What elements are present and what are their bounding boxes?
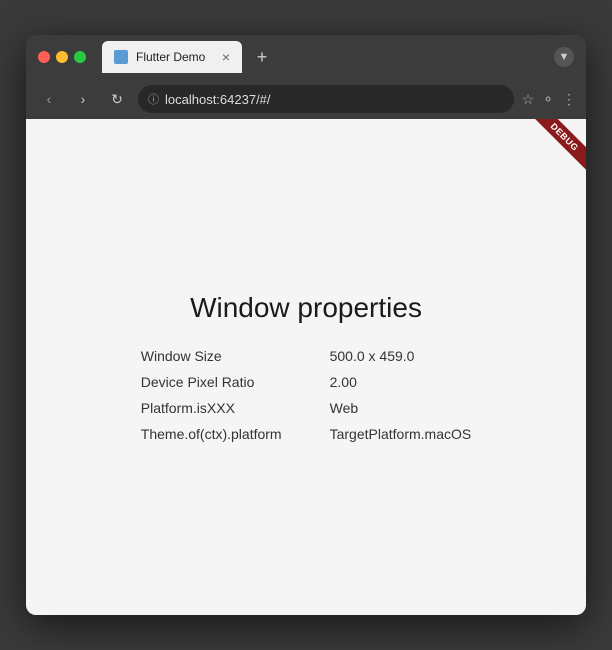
active-tab[interactable]: Flutter Demo × <box>102 41 242 73</box>
url-text: localhost:64237/#/ <box>165 92 271 107</box>
page-content: DEBUG Window properties Window Size 500.0… <box>26 119 586 615</box>
url-bar[interactable]: ⓘ localhost:64237/#/ <box>138 85 514 113</box>
property-value: Web <box>330 400 472 416</box>
url-actions: ☆ ⚬ ⋮ <box>522 91 576 108</box>
debug-label: DEBUG <box>531 119 586 171</box>
properties-container: Window properties Window Size 500.0 x 459… <box>141 292 471 442</box>
tab-title: Flutter Demo <box>136 50 214 64</box>
address-bar: ‹ › ↻ ⓘ localhost:64237/#/ ☆ ⚬ ⋮ <box>26 79 586 119</box>
tab-area: Flutter Demo × + ▼ <box>102 41 574 73</box>
profile-icon[interactable]: ⚬ <box>542 91 554 108</box>
debug-banner: DEBUG <box>526 119 586 179</box>
tab-favicon-icon <box>114 50 128 64</box>
property-value: TargetPlatform.macOS <box>330 426 472 442</box>
reload-button[interactable]: ↻ <box>104 86 130 112</box>
property-label: Window Size <box>141 348 282 364</box>
bookmark-icon[interactable]: ☆ <box>522 91 535 108</box>
title-bar: Flutter Demo × + ▼ <box>26 35 586 79</box>
traffic-lights <box>38 51 86 63</box>
property-value: 500.0 x 459.0 <box>330 348 472 364</box>
property-value: 2.00 <box>330 374 472 390</box>
minimize-button[interactable] <box>56 51 68 63</box>
forward-button[interactable]: › <box>70 86 96 112</box>
close-button[interactable] <box>38 51 50 63</box>
menu-icon[interactable]: ⋮ <box>562 91 576 108</box>
maximize-button[interactable] <box>74 51 86 63</box>
properties-table: Window Size 500.0 x 459.0 Device Pixel Rat… <box>141 348 471 442</box>
tab-extension-button[interactable]: ▼ <box>554 47 574 67</box>
property-label: Theme.of(ctx).platform <box>141 426 282 442</box>
page-title: Window properties <box>190 292 422 324</box>
back-button[interactable]: ‹ <box>36 86 62 112</box>
new-tab-button[interactable]: + <box>248 43 276 71</box>
tab-close-button[interactable]: × <box>222 50 230 64</box>
property-label: Platform.isXXX <box>141 400 282 416</box>
browser-window: Flutter Demo × + ▼ ‹ › ↻ ⓘ localhost:642… <box>26 35 586 615</box>
secure-icon: ⓘ <box>148 91 159 107</box>
property-label: Device Pixel Ratio <box>141 374 282 390</box>
